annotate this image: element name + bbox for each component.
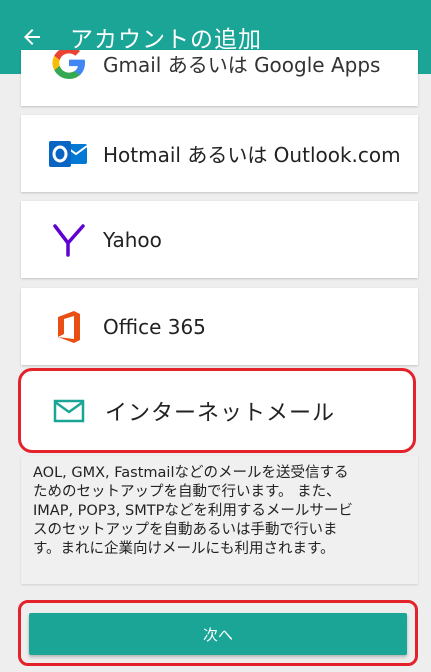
description-line: す。まれに企業向けメールにも利用されます。 (33, 541, 335, 557)
next-button-highlight: 次へ (18, 600, 418, 666)
provider-office365-label: Office 365 (103, 314, 206, 339)
office-icon (41, 307, 97, 347)
arrow-left-icon (24, 29, 40, 45)
outlook-icon (41, 134, 97, 174)
provider-hotmail-label: Hotmail あるいは Outlook.com (103, 143, 401, 167)
mail-icon (41, 391, 97, 431)
description-line: AOL, GMX, Fastmailなどのメールを送受信する (33, 465, 349, 481)
internet-mail-description: AOL, GMX, Fastmailなどのメールを送受信する ためのセットアップ… (21, 456, 418, 584)
description-line: スのセットアップを自動あるいは手動で行いま (33, 522, 338, 538)
provider-gmail[interactable]: Gmail あるいは Google Apps (21, 50, 418, 106)
provider-internet-mail-label: インターネットメール (105, 400, 336, 426)
provider-yahoo[interactable]: Yahoo (21, 201, 418, 278)
google-icon (41, 50, 97, 83)
yahoo-icon (41, 220, 97, 260)
next-button[interactable]: 次へ (29, 613, 407, 655)
provider-internet-mail[interactable]: インターネットメール (18, 368, 416, 453)
page-title: アカウントの追加 (70, 27, 262, 53)
provider-gmail-label: Gmail あるいは Google Apps (103, 52, 381, 77)
provider-hotmail[interactable]: Hotmail あるいは Outlook.com (21, 115, 418, 192)
provider-office365[interactable]: Office 365 (21, 288, 418, 365)
provider-yahoo-label: Yahoo (103, 227, 162, 252)
description-line: ためのセットアップを自動で行います。 また、 (33, 484, 341, 500)
description-line: IMAP, POP3, SMTPなどを利用するメールサービ (33, 503, 353, 519)
